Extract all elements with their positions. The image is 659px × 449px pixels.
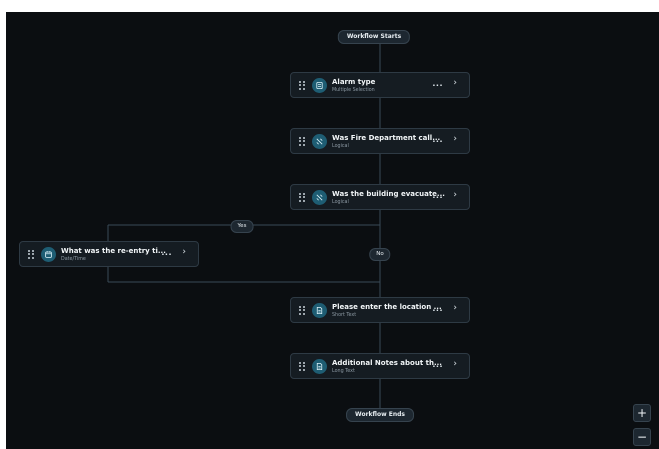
drag-handle-icon[interactable] — [299, 137, 305, 146]
zoom-out-button[interactable]: − — [633, 428, 651, 446]
document-icon — [312, 359, 327, 374]
node-title: Alarm type — [332, 78, 376, 86]
branch-no-pill: No — [369, 248, 391, 261]
workflow-start-pill: Workflow Starts — [337, 30, 411, 44]
more-options-icon[interactable]: ... — [432, 360, 443, 369]
more-options-icon[interactable]: ... — [432, 191, 443, 200]
node-title: Was Fire Department call... — [332, 134, 441, 142]
more-options-icon[interactable]: ... — [432, 304, 443, 313]
more-options-icon[interactable]: ... — [432, 135, 443, 144]
document-icon — [312, 303, 327, 318]
workflow-canvas[interactable]: Workflow Starts Alarm type Multiple Sele… — [6, 12, 659, 449]
node-title: What was the re-entry ti... — [61, 247, 166, 255]
calendar-icon — [41, 247, 56, 262]
list-icon — [312, 78, 327, 93]
node-title: Additional Notes about th... — [332, 359, 442, 367]
drag-handle-icon[interactable] — [299, 306, 305, 315]
chevron-right-icon[interactable]: › — [453, 303, 457, 313]
chevron-right-icon[interactable]: › — [453, 78, 457, 88]
node-type: Logical — [332, 144, 349, 149]
node-fire-department[interactable]: Was Fire Department call... Logical ... … — [290, 128, 470, 154]
workflow-end-pill: Workflow Ends — [346, 408, 414, 422]
more-options-icon[interactable]: ... — [432, 79, 443, 88]
node-title: Please enter the location ... — [332, 303, 442, 311]
node-additional-notes[interactable]: Additional Notes about th... Long Text .… — [290, 353, 470, 379]
drag-handle-icon[interactable] — [299, 193, 305, 202]
drag-handle-icon[interactable] — [299, 362, 305, 371]
node-alarm-type[interactable]: Alarm type Multiple Selection ... › — [290, 72, 470, 98]
chevron-right-icon[interactable]: › — [453, 190, 457, 200]
node-type: Multiple Selection — [332, 88, 375, 93]
logic-icon — [312, 190, 327, 205]
node-type: Short Text — [332, 313, 357, 318]
node-building-evacuated[interactable]: Was the building evacuate... Logical ...… — [290, 184, 470, 210]
zoom-in-button[interactable]: + — [633, 404, 651, 422]
node-location[interactable]: Please enter the location ... Short Text… — [290, 297, 470, 323]
drag-handle-icon[interactable] — [28, 250, 34, 259]
chevron-right-icon[interactable]: › — [453, 134, 457, 144]
node-type: Long Text — [332, 369, 355, 374]
node-type: Logical — [332, 200, 349, 205]
branch-yes-pill: Yes — [230, 220, 254, 233]
drag-handle-icon[interactable] — [299, 81, 305, 90]
node-re-entry-time[interactable]: What was the re-entry ti... Date/Time ..… — [19, 241, 199, 267]
chevron-right-icon[interactable]: › — [453, 359, 457, 369]
node-type: Date/Time — [61, 257, 86, 262]
node-title: Was the building evacuate... — [332, 190, 445, 198]
chevron-right-icon[interactable]: › — [182, 247, 186, 257]
logic-icon — [312, 134, 327, 149]
more-options-icon[interactable]: ... — [161, 248, 172, 257]
